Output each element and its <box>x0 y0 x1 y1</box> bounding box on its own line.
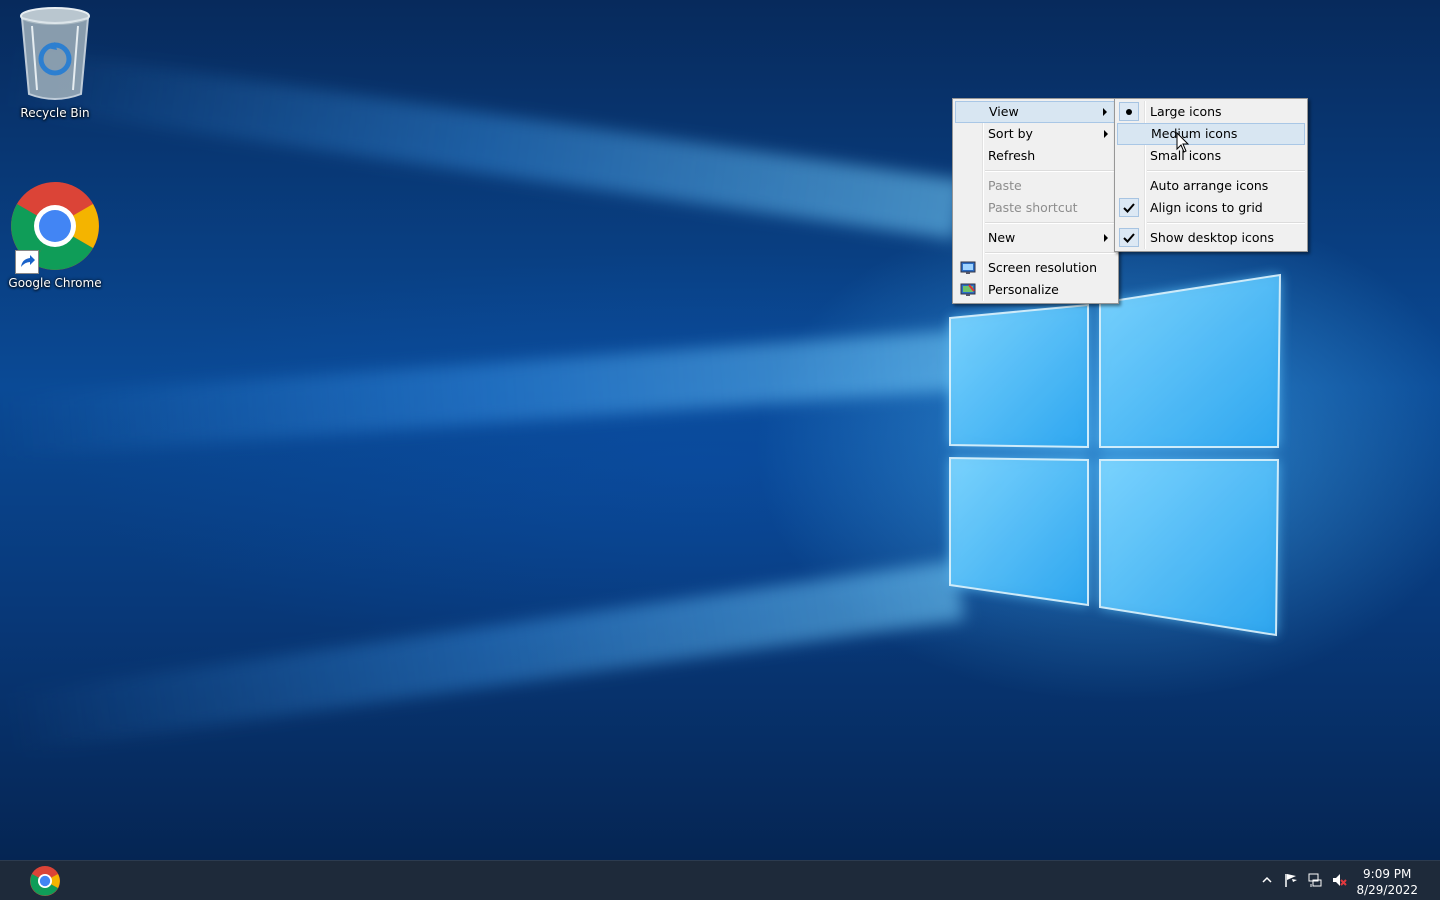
menu-item-label: New <box>988 230 1016 245</box>
menu-item-view[interactable]: View <box>955 101 1116 123</box>
menu-item-label: Paste <box>988 178 1022 193</box>
menu-separator <box>985 222 1116 224</box>
taskbar-chrome-button[interactable] <box>28 865 62 897</box>
menu-item-small-icons[interactable]: Small icons <box>1117 145 1305 167</box>
desktop-icon-google-chrome[interactable]: Google Chrome <box>0 180 110 290</box>
menu-item-label: Medium icons <box>1151 126 1238 141</box>
desktop-icon-label: Recycle Bin <box>20 106 90 120</box>
volume-muted-icon[interactable] <box>1331 872 1347 888</box>
menu-item-label: Large icons <box>1150 104 1222 119</box>
menu-separator <box>985 252 1116 254</box>
checkmark-icon <box>1123 233 1135 243</box>
menu-separator <box>1147 170 1305 172</box>
desktop-icon-recycle-bin[interactable]: Recycle Bin <box>0 4 110 120</box>
menu-item-label: Screen resolution <box>988 260 1098 275</box>
menu-separator <box>985 170 1116 172</box>
menu-item-auto-arrange-icons[interactable]: Auto arrange icons <box>1117 175 1305 197</box>
personalize-icon <box>960 282 976 298</box>
checkmark-indicator <box>1119 198 1139 217</box>
menu-item-new[interactable]: New <box>955 227 1116 249</box>
menu-item-refresh[interactable]: Refresh <box>955 145 1116 167</box>
chrome-icon <box>30 866 60 896</box>
menu-item-medium-icons[interactable]: Medium icons <box>1117 123 1305 145</box>
menu-item-paste-shortcut: Paste shortcut <box>955 197 1116 219</box>
menu-item-label: Sort by <box>988 126 1033 141</box>
mouse-cursor-icon <box>1176 132 1190 153</box>
taskbar-clock[interactable]: 9:09 PM 8/29/2022 <box>1356 866 1418 898</box>
menu-item-large-icons[interactable]: Large icons <box>1117 101 1305 123</box>
network-icon[interactable] <box>1307 872 1323 888</box>
menu-item-label: Paste shortcut <box>988 200 1078 215</box>
shortcut-arrow-icon <box>15 250 39 274</box>
menu-item-show-desktop-icons[interactable]: Show desktop icons <box>1117 227 1305 249</box>
view-submenu: Large icons Medium icons Small icons Aut… <box>1114 98 1308 252</box>
show-hidden-icons-arrow[interactable] <box>1259 872 1275 888</box>
menu-item-label: Show desktop icons <box>1150 230 1274 245</box>
menu-item-personalize[interactable]: Personalize <box>955 279 1116 301</box>
menu-item-label: View <box>989 104 1019 119</box>
action-center-flag-icon[interactable] <box>1283 872 1299 888</box>
menu-separator <box>1147 222 1305 224</box>
menu-item-screen-resolution[interactable]: Screen resolution <box>955 257 1116 279</box>
submenu-arrow-icon <box>1104 234 1108 242</box>
checkmark-indicator <box>1119 228 1139 247</box>
checkmark-icon <box>1123 203 1135 213</box>
menu-item-label: Align icons to grid <box>1150 200 1263 215</box>
clock-date: 8/29/2022 <box>1356 883 1418 897</box>
menu-item-label: Personalize <box>988 282 1059 297</box>
desktop-icon-label: Google Chrome <box>8 276 102 290</box>
radio-selected-indicator <box>1119 102 1139 121</box>
submenu-arrow-icon <box>1104 130 1108 138</box>
recycle-bin-icon <box>17 4 93 102</box>
menu-item-sort-by[interactable]: Sort by <box>955 123 1116 145</box>
clock-time: 9:09 PM <box>1363 867 1412 881</box>
submenu-arrow-icon <box>1103 108 1107 116</box>
chrome-icon <box>9 180 101 274</box>
screen-resolution-icon <box>960 260 976 276</box>
desktop-context-menu: View Sort by Refresh Paste Paste shortcu… <box>952 98 1119 304</box>
desktop[interactable]: Recycle Bin Google Chrome View Sort by R… <box>0 0 1440 860</box>
menu-item-label: Auto arrange icons <box>1150 178 1269 193</box>
menu-item-paste: Paste <box>955 175 1116 197</box>
taskbar: 9:09 PM 8/29/2022 <box>0 860 1440 900</box>
menu-item-label: Refresh <box>988 148 1036 163</box>
bullet-icon <box>1126 109 1132 115</box>
menu-item-align-icons-to-grid[interactable]: Align icons to grid <box>1117 197 1305 219</box>
